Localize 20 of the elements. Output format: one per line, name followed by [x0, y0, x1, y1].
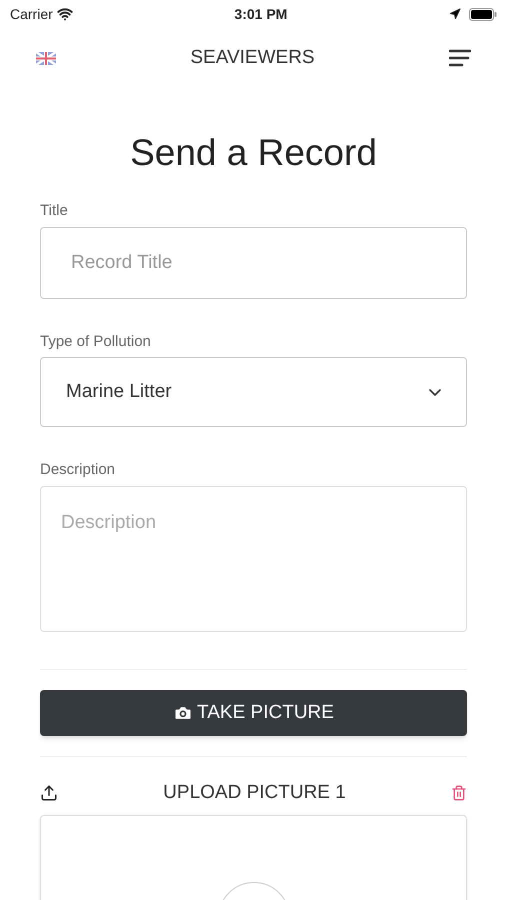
upload-title: UPLOAD PICTURE 1	[163, 780, 346, 805]
dropdown[interactable]: Marine Litter	[40, 357, 467, 428]
input-field[interactable]: Record Title	[40, 226, 467, 299]
page-title: Send a Record	[129, 131, 378, 175]
trash-icon[interactable]	[451, 785, 467, 801]
app-title: SEAVIEWERS	[190, 46, 315, 70]
field-label: Type of Pollution	[40, 332, 152, 352]
battery-icon	[468, 8, 497, 20]
field-label: Title	[40, 201, 69, 222]
upload-icon[interactable]	[40, 784, 58, 802]
take-picture-button[interactable]: TAKE PICTURE	[40, 690, 467, 736]
location-icon	[448, 8, 461, 20]
chevron-icon	[429, 388, 441, 396]
flag-icon[interactable]	[36, 52, 56, 64]
field-label: Description	[40, 460, 116, 480]
menu-icon[interactable]	[448, 49, 471, 67]
carrier-label: Carrier	[10, 4, 53, 24]
wifi-icon	[56, 6, 73, 22]
clock: 3:01 PM	[234, 4, 288, 24]
input-field[interactable]: Description	[40, 486, 467, 632]
